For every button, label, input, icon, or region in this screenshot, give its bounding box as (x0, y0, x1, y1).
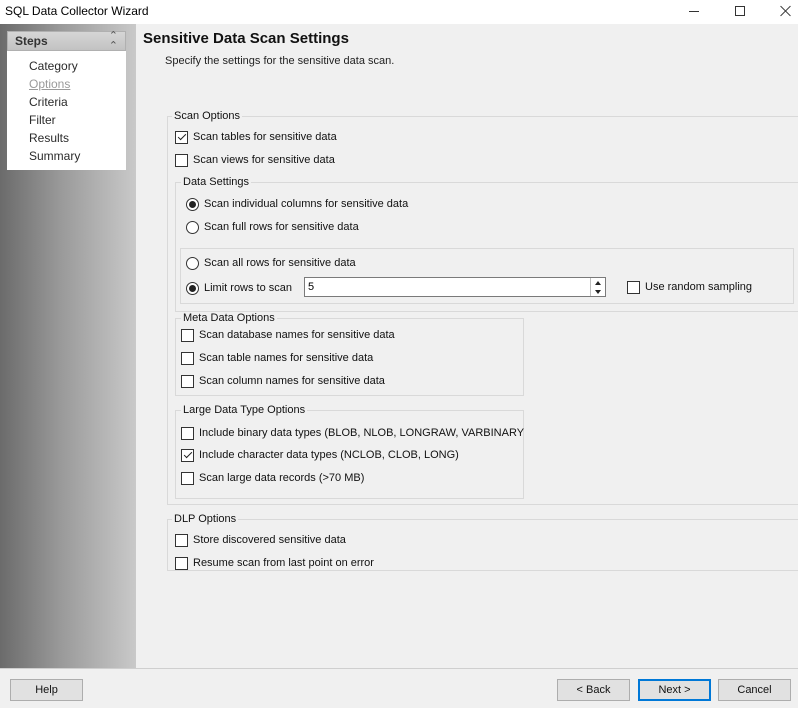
table-names-option[interactable]: Scan table names for sensitive data (181, 350, 373, 366)
database-names-checkbox[interactable] (181, 328, 194, 342)
window-title: SQL Data Collector Wizard (5, 4, 149, 18)
collapse-up-icon[interactable]: ⌃ ⌃ (109, 31, 118, 52)
individual-columns-option[interactable]: Scan individual columns for sensitive da… (186, 196, 408, 212)
random-sampling-option[interactable]: Use random sampling (627, 279, 752, 295)
back-button[interactable]: < Back (557, 679, 630, 701)
all-rows-option[interactable]: Scan all rows for sensitive data (186, 255, 356, 271)
binary-types-checkbox[interactable] (181, 426, 194, 440)
title-bar: SQL Data Collector Wizard (0, 0, 798, 24)
character-types-checkbox[interactable] (181, 448, 194, 462)
store-discovered-checkbox[interactable] (175, 533, 188, 547)
individual-columns-radio[interactable] (186, 197, 199, 211)
table-names-label: Scan table names for sensitive data (199, 352, 374, 364)
stepper-arrows (590, 278, 605, 296)
limit-rows-option[interactable]: Limit rows to scan (186, 280, 292, 296)
maximize-icon (735, 6, 745, 16)
close-icon (780, 5, 792, 17)
character-types-label: Include character data types (NCLOB, CLO… (199, 449, 459, 461)
scan-tables-checkbox[interactable] (175, 130, 188, 144)
step-item-results[interactable]: Results (29, 129, 126, 147)
button-bar: Help < Back Next > Cancel (0, 668, 798, 708)
full-rows-option[interactable]: Scan full rows for sensitive data (186, 219, 359, 235)
scan-tables-label: Scan tables for sensitive data (193, 131, 337, 143)
minimize-button[interactable] (671, 0, 717, 22)
all-rows-radio[interactable] (186, 256, 199, 270)
limit-rows-stepper[interactable] (304, 277, 606, 297)
maximize-button[interactable] (717, 0, 763, 22)
steps-header-label: Steps (15, 34, 48, 48)
binary-types-label: Include binary data types (BLOB, NLOB, L… (199, 427, 525, 439)
steps-header[interactable]: Steps ⌃ ⌃ (7, 31, 126, 52)
step-item-criteria[interactable]: Criteria (29, 93, 126, 111)
scan-tables-option[interactable]: Scan tables for sensitive data (175, 129, 337, 145)
step-item-options[interactable]: Options (29, 75, 126, 93)
help-button[interactable]: Help (10, 679, 83, 701)
scan-views-label: Scan views for sensitive data (193, 154, 335, 166)
resume-scan-option[interactable]: Resume scan from last point on error (175, 555, 374, 571)
page-title: Sensitive Data Scan Settings (143, 30, 349, 47)
full-rows-label: Scan full rows for sensitive data (204, 221, 359, 233)
page-subtitle: Specify the settings for the sensitive d… (165, 55, 395, 67)
limit-rows-label: Limit rows to scan (204, 282, 293, 294)
all-rows-label: Scan all rows for sensitive data (204, 257, 356, 269)
steps-panel: Steps ⌃ ⌃ Category Options Criteria Filte… (7, 31, 126, 170)
binary-types-option[interactable]: Include binary data types (BLOB, NLOB, L… (181, 425, 524, 441)
scan-views-checkbox[interactable] (175, 153, 188, 167)
store-discovered-option[interactable]: Store discovered sensitive data (175, 532, 346, 548)
step-item-summary[interactable]: Summary (29, 147, 126, 165)
resume-scan-checkbox[interactable] (175, 556, 188, 570)
arrow-down-icon (595, 289, 601, 294)
column-names-label: Scan column names for sensitive data (199, 375, 385, 387)
large-records-checkbox[interactable] (181, 471, 194, 485)
database-names-label: Scan database names for sensitive data (199, 329, 395, 341)
table-names-checkbox[interactable] (181, 351, 194, 365)
large-records-label: Scan large data records (>70 MB) (199, 472, 365, 484)
character-types-option[interactable]: Include character data types (NCLOB, CLO… (181, 447, 459, 463)
data-settings-label: Data Settings (181, 176, 252, 188)
meta-data-options-label: Meta Data Options (181, 312, 277, 324)
database-names-option[interactable]: Scan database names for sensitive data (181, 327, 395, 343)
arrow-up-icon (595, 280, 601, 285)
random-sampling-checkbox[interactable] (627, 280, 640, 294)
full-rows-radio[interactable] (186, 220, 199, 234)
individual-columns-label: Scan individual columns for sensitive da… (204, 198, 409, 210)
column-names-checkbox[interactable] (181, 374, 194, 388)
limit-rows-radio[interactable] (186, 281, 199, 295)
step-item-category[interactable]: Category (29, 57, 126, 75)
close-button[interactable] (763, 0, 798, 22)
resume-scan-label: Resume scan from last point on error (193, 557, 374, 569)
minimize-icon (689, 10, 699, 12)
stepper-down-button[interactable] (591, 287, 605, 296)
dlp-options-label: DLP Options (172, 513, 239, 525)
store-discovered-label: Store discovered sensitive data (193, 534, 346, 546)
stepper-up-button[interactable] (591, 278, 605, 287)
random-sampling-label: Use random sampling (645, 281, 752, 293)
scan-views-option[interactable]: Scan views for sensitive data (175, 152, 335, 168)
step-item-filter[interactable]: Filter (29, 111, 126, 129)
column-names-option[interactable]: Scan column names for sensitive data (181, 373, 385, 389)
next-button[interactable]: Next > (638, 679, 711, 701)
large-data-type-options-label: Large Data Type Options (181, 404, 308, 416)
scan-options-label: Scan Options (172, 110, 243, 122)
limit-rows-input[interactable] (305, 278, 589, 296)
large-records-option[interactable]: Scan large data records (>70 MB) (181, 470, 364, 486)
cancel-button[interactable]: Cancel (718, 679, 791, 701)
